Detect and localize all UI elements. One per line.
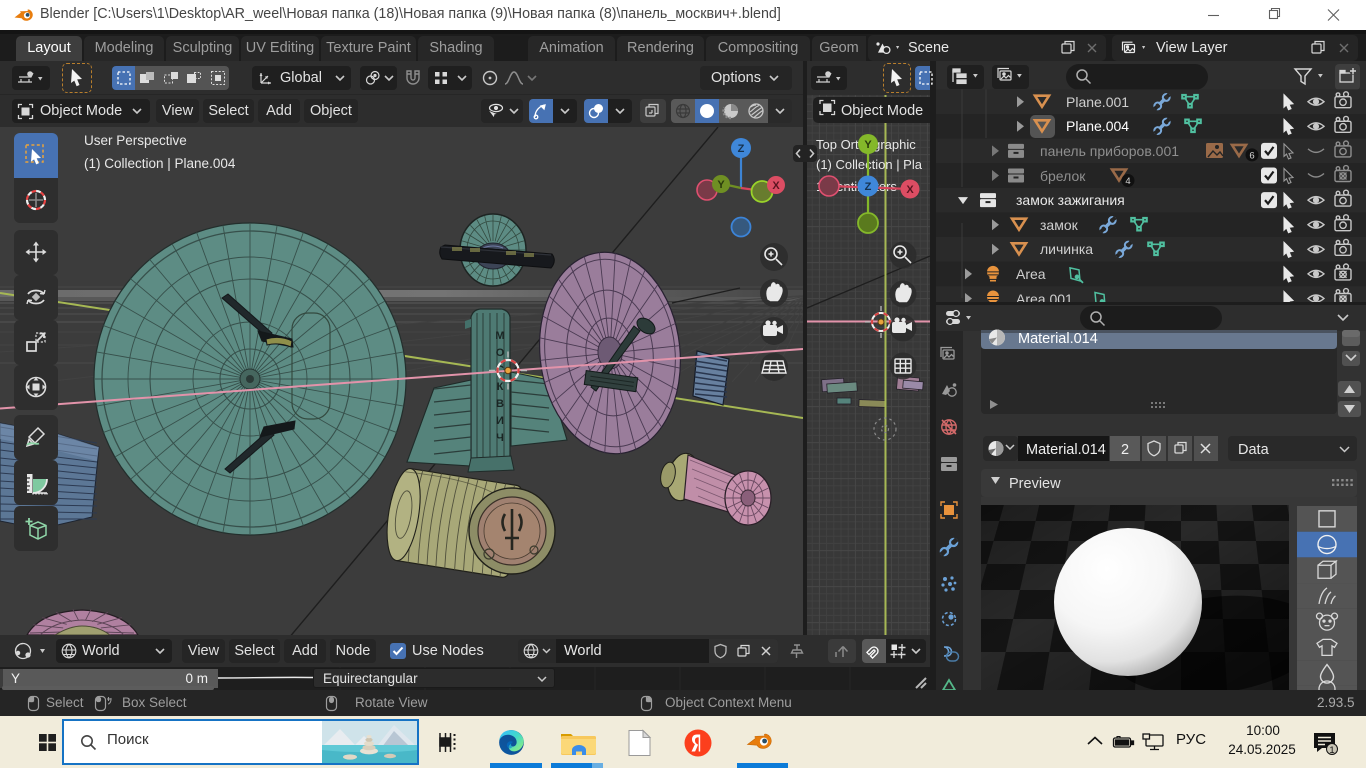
- svg-text:замок зажигания: замок зажигания: [1016, 192, 1125, 208]
- svg-text:О: О: [496, 347, 505, 359]
- svg-text:Z: Z: [865, 181, 872, 193]
- svg-text:Ч: Ч: [496, 432, 504, 444]
- svg-text:2: 2: [1121, 442, 1129, 458]
- svg-text:Preview: Preview: [1009, 476, 1061, 492]
- svg-text:Area.001: Area.001: [1016, 291, 1073, 302]
- svg-text:К: К: [497, 381, 504, 393]
- svg-text:Plane.001: Plane.001: [1066, 94, 1129, 110]
- svg-text:(1) Collection | Pla: (1) Collection | Pla: [816, 157, 923, 172]
- svg-text:1: 1: [1329, 745, 1334, 755]
- svg-text:Material.014: Material.014: [1026, 442, 1106, 458]
- svg-text:Plane.004: Plane.004: [1066, 118, 1129, 134]
- svg-text:Y: Y: [864, 139, 872, 151]
- svg-text:В: В: [496, 398, 504, 410]
- svg-text:панель приборов.001: панель приборов.001: [1040, 143, 1179, 159]
- svg-text:личинка: личинка: [1040, 241, 1093, 257]
- svg-text:Y: Y: [717, 179, 725, 191]
- svg-text:Z: Z: [738, 143, 745, 155]
- svg-text:4: 4: [1125, 176, 1130, 187]
- svg-text:Data: Data: [1238, 442, 1270, 458]
- svg-text:Object Mode: Object Mode: [841, 103, 923, 119]
- svg-text:X: X: [906, 184, 914, 196]
- svg-text:Material.014: Material.014: [1018, 331, 1098, 347]
- svg-text:М: М: [495, 330, 504, 342]
- svg-text:6: 6: [1249, 150, 1254, 161]
- svg-text:брелок: брелок: [1040, 168, 1086, 184]
- svg-text:Area: Area: [1016, 266, 1046, 282]
- svg-text:замок: замок: [1040, 217, 1079, 233]
- svg-text:И: И: [496, 415, 504, 427]
- svg-text:X: X: [772, 180, 780, 192]
